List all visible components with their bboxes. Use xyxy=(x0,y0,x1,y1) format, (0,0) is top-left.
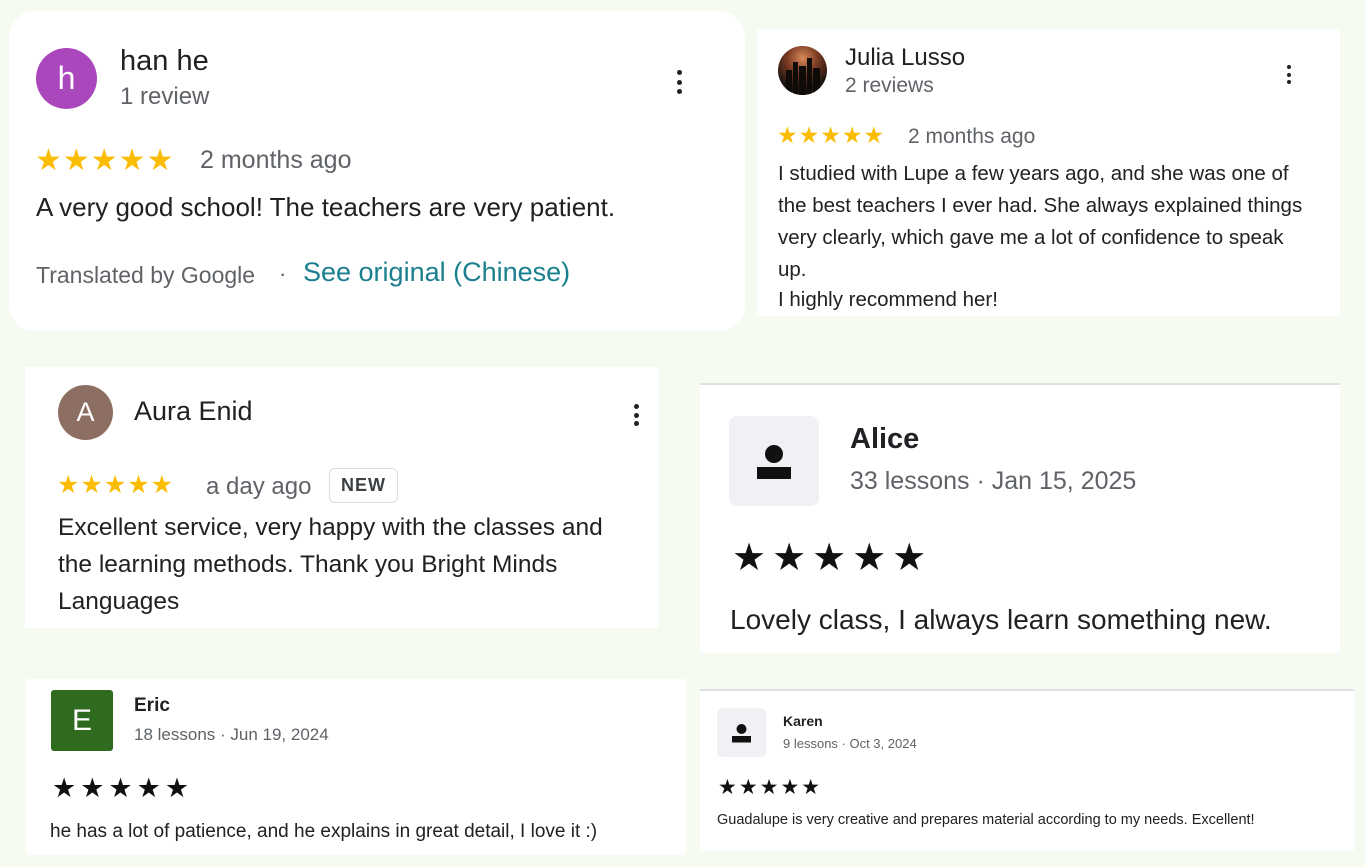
reviewer-name[interactable]: Julia Lusso xyxy=(845,44,965,72)
more-options-icon[interactable] xyxy=(677,70,683,94)
city-skyline-icon xyxy=(786,58,820,95)
review-text: he has a lot of patience, and he explain… xyxy=(50,821,598,842)
review-text: I studied with Lupe a few years ago, and… xyxy=(778,162,1303,281)
review-card-aura-enid: A Aura Enid ★★★★★ a day ago NEW Excellen… xyxy=(25,367,658,628)
review-date: a day ago xyxy=(206,473,312,500)
avatar-letter: h xyxy=(57,60,76,96)
review-text: Lovely class, I always learn something n… xyxy=(730,604,1272,635)
see-original-link[interactable]: See original (Chinese) xyxy=(303,257,570,288)
review-text: Guadalupe is very creative and prepares … xyxy=(717,812,1255,828)
star-rating: ★★★★★ xyxy=(35,144,175,177)
review-date: 2 months ago xyxy=(908,125,1036,148)
review-card-karen: Karen 9 lessons · Oct 3, 2024 ★★★★★ Guad… xyxy=(700,689,1354,851)
avatar-letter: E xyxy=(71,703,92,737)
avatar xyxy=(778,46,827,95)
review-card-eric: E Eric 18 lessons · Jun 19, 2024 ★★★★★ h… xyxy=(26,679,686,855)
review-text: Excellent service, very happy with the c… xyxy=(58,514,603,615)
review-date: 2 months ago xyxy=(200,146,352,174)
reviewer-name[interactable]: han he xyxy=(120,45,209,78)
avatar: h xyxy=(36,48,97,109)
reviewer-name[interactable]: Karen xyxy=(783,713,823,729)
avatar xyxy=(717,708,766,757)
reviewer-meta: 1 review xyxy=(120,83,210,110)
review-text-recommendation: I highly recommend her! xyxy=(778,288,998,311)
avatar: E xyxy=(51,690,113,751)
separator-dot: · xyxy=(279,261,287,286)
reviewer-meta: 2 reviews xyxy=(845,74,934,97)
reviewer-meta: 18 lessons · Jun 19, 2024 xyxy=(134,725,329,744)
reviewer-name[interactable]: Eric xyxy=(134,695,170,717)
review-card-han-he: h han he 1 review ★★★★★ 2 months ago A v… xyxy=(9,11,745,331)
star-rating: ★★★★★ xyxy=(777,122,886,148)
avatar xyxy=(729,416,819,506)
avatar: A xyxy=(58,385,113,440)
reviewer-meta: 9 lessons · Oct 3, 2024 xyxy=(783,736,917,751)
reviewer-name[interactable]: Alice xyxy=(850,423,919,456)
avatar-letter: A xyxy=(76,397,95,427)
translated-label: Translated by Google xyxy=(36,262,256,288)
person-icon xyxy=(757,445,791,479)
star-rating: ★★★★★ xyxy=(732,537,933,579)
review-text: A very good school! The teachers are ver… xyxy=(36,192,616,222)
star-rating: ★★★★★ xyxy=(52,773,194,803)
new-badge: NEW xyxy=(329,468,398,503)
reviewer-meta: 33 lessons · Jan 15, 2025 xyxy=(850,467,1137,495)
review-card-alice: Alice 33 lessons · Jan 15, 2025 ★★★★★ Lo… xyxy=(700,383,1340,653)
more-options-icon[interactable] xyxy=(1287,65,1293,84)
more-options-icon[interactable] xyxy=(634,404,640,426)
star-rating: ★★★★★ xyxy=(718,776,823,799)
person-icon xyxy=(732,724,751,743)
star-rating: ★★★★★ xyxy=(57,471,175,499)
reviewer-name[interactable]: Aura Enid xyxy=(134,396,253,427)
review-card-julia-lusso: Julia Lusso 2 reviews ★★★★★ 2 months ago… xyxy=(757,30,1340,316)
